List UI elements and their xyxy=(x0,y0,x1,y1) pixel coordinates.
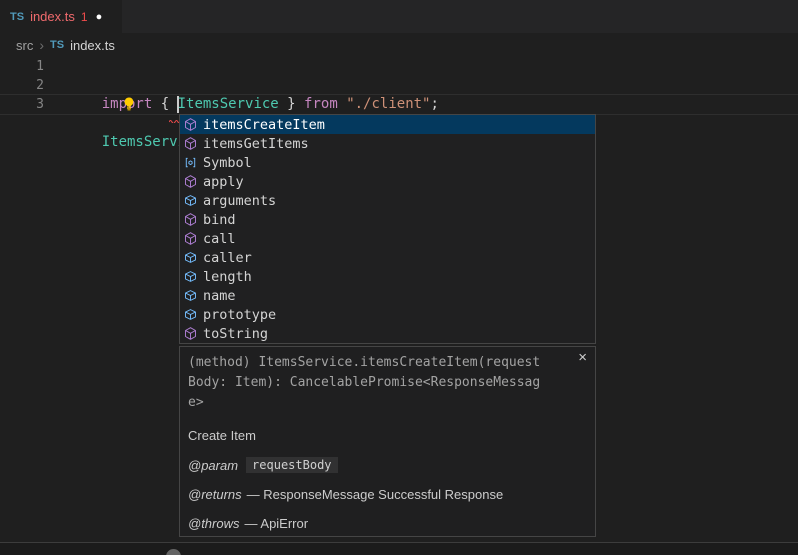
suggestion-label: name xyxy=(203,288,236,304)
breadcrumb: src › TS index.ts xyxy=(0,33,798,57)
doc-tag-throws: @throws — ApiError xyxy=(188,516,587,531)
symbol-method-icon xyxy=(183,326,198,341)
suggestion-label: caller xyxy=(203,250,252,266)
symbol-field-icon xyxy=(183,250,198,265)
suggestion-label: prototype xyxy=(203,307,276,323)
suggestion-label: apply xyxy=(203,174,244,190)
suggestion-details-panel: (method) ItemsService.itemsCreateItem(re… xyxy=(179,346,596,537)
suggestion-label: call xyxy=(203,231,236,247)
code-line-2: 2 xyxy=(0,76,798,95)
suggestion-call[interactable]: call xyxy=(180,229,595,248)
suggest-widget: itemsCreateItem itemsGetItems Symbol app… xyxy=(179,114,596,537)
close-icon[interactable]: × xyxy=(578,349,587,367)
symbol-field-icon xyxy=(183,307,198,322)
bottom-panel-edge xyxy=(0,543,798,555)
suggestion-caller[interactable]: caller xyxy=(180,248,595,267)
suggestion-name[interactable]: name xyxy=(180,286,595,305)
code-line-3: 3 ItemsService. xyxy=(0,95,798,114)
modified-indicator-dot[interactable]: ● xyxy=(96,11,103,23)
suggestion-prototype[interactable]: prototype xyxy=(180,305,595,324)
symbol-method-icon xyxy=(183,117,198,132)
symbol-method-icon xyxy=(183,174,198,189)
line-number-active: 3 xyxy=(0,95,44,114)
doc-tag-returns: @returns — ResponseMessage Successful Re… xyxy=(188,487,587,502)
param-name-chip: requestBody xyxy=(246,457,337,473)
vscode-window: { "tab": { "icon": "TS", "filename": "in… xyxy=(0,0,798,555)
symbol-field-icon xyxy=(183,193,198,208)
editor-area[interactable]: 1 import { ItemsService } from "./client… xyxy=(0,57,798,114)
suggestion-symbol[interactable]: Symbol xyxy=(180,153,595,172)
suggestion-items-get-items[interactable]: itemsGetItems xyxy=(180,134,595,153)
suggestion-items-create-item[interactable]: itemsCreateItem xyxy=(180,115,595,134)
tag-text: — ApiError xyxy=(245,516,309,531)
tag-text: — ResponseMessage Successful Response xyxy=(247,487,504,502)
tag-label: @throws xyxy=(188,516,240,531)
suggestion-arguments[interactable]: arguments xyxy=(180,191,595,210)
symbol-method-icon xyxy=(183,212,198,227)
symbol-method-icon xyxy=(183,231,198,246)
typescript-file-icon: TS xyxy=(10,11,24,23)
suggestion-label: toString xyxy=(203,326,268,342)
suggestion-label: length xyxy=(203,269,252,285)
suggestion-label: bind xyxy=(203,212,236,228)
suggestion-label: itemsGetItems xyxy=(203,136,309,152)
tab-index-ts[interactable]: TS index.ts 1 ● xyxy=(0,0,122,33)
partial-circle-icon xyxy=(166,549,181,555)
suggestion-list: itemsCreateItem itemsGetItems Symbol app… xyxy=(179,114,596,344)
doc-description: Create Item xyxy=(188,428,587,443)
suggestion-length[interactable]: length xyxy=(180,267,595,286)
tag-label: @returns xyxy=(188,487,242,502)
doc-tag-param: @param requestBody xyxy=(188,457,587,473)
breadcrumb-file[interactable]: index.ts xyxy=(70,38,115,53)
breadcrumb-folder[interactable]: src xyxy=(16,38,33,53)
symbol-field-icon xyxy=(183,288,198,303)
suggestion-to-string[interactable]: toString xyxy=(180,324,595,343)
typescript-file-icon: TS xyxy=(50,39,64,51)
lightbulb-code-action-icon[interactable] xyxy=(70,77,86,93)
suggestion-label: arguments xyxy=(203,193,276,209)
suggestion-label: itemsCreateItem xyxy=(203,117,325,133)
tab-error-count-badge: 1 xyxy=(81,10,88,24)
method-signature: (method) ItemsService.itemsCreateItem(re… xyxy=(188,353,546,413)
tab-filename: index.ts xyxy=(30,9,75,24)
suggestion-label: Symbol xyxy=(203,155,252,171)
symbol-variable-icon xyxy=(183,155,198,170)
symbol-method-icon xyxy=(183,136,198,151)
tag-label: @param xyxy=(188,458,238,473)
line-number: 1 xyxy=(0,57,44,76)
tab-bar: TS index.ts 1 ● xyxy=(0,0,798,33)
suggestion-apply[interactable]: apply xyxy=(180,172,595,191)
suggestion-bind[interactable]: bind xyxy=(180,210,595,229)
line-number: 2 xyxy=(0,76,44,95)
chevron-right-icon: › xyxy=(39,37,44,53)
code-line-1: 1 import { ItemsService } from "./client… xyxy=(0,57,798,76)
symbol-field-icon xyxy=(183,269,198,284)
